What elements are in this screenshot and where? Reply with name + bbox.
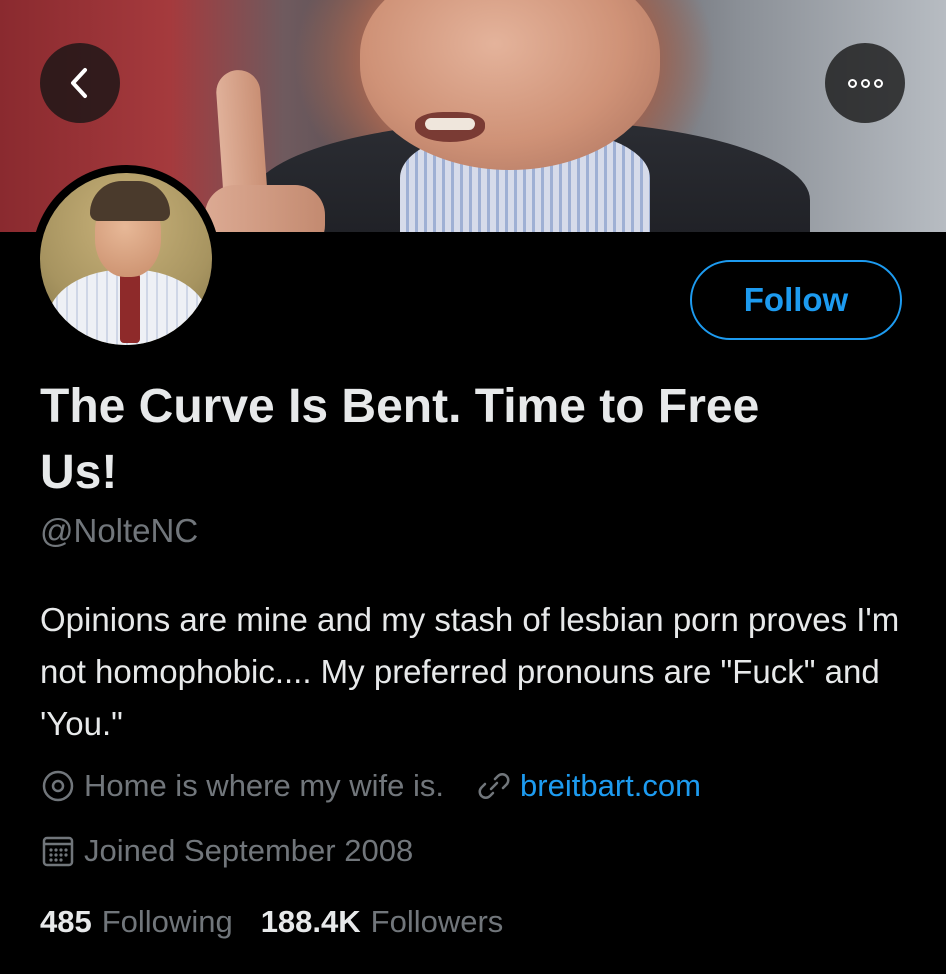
- following-count: 485: [40, 904, 92, 939]
- followers-count: 188.4K: [260, 904, 361, 939]
- follow-button[interactable]: Follow: [690, 260, 902, 340]
- profile-display-name: The Curve Is Bent. Time to Free Us!: [40, 380, 760, 499]
- calendar-icon: [42, 836, 74, 867]
- link-icon: [478, 773, 510, 799]
- website-item[interactable]: breitbart.com: [476, 768, 701, 804]
- followers-stat[interactable]: 188.4K Followers: [261, 904, 504, 940]
- banner-hand: [205, 185, 325, 232]
- follow-stats: 485 Following 188.4K Followers: [40, 904, 503, 940]
- profile-handle: @NolteNC: [40, 512, 199, 549]
- following-label: Following: [101, 904, 233, 939]
- profile-bio: Opinions are mine and my stash of lesbia…: [40, 601, 900, 742]
- avatar[interactable]: [32, 165, 220, 353]
- location-text: Home is where my wife is.: [84, 768, 445, 803]
- website-link[interactable]: breitbart.com: [520, 768, 701, 804]
- profile-joined-row: Joined September 2008: [40, 833, 413, 869]
- more-options-button[interactable]: [825, 43, 905, 123]
- profile-page: Follow The Curve Is Bent. Time to Free U…: [0, 0, 946, 974]
- joined-date-text: Joined September 2008: [84, 833, 414, 868]
- profile-meta-row: Home is where my wife is. breitbart.com: [40, 768, 701, 804]
- following-stat[interactable]: 485 Following: [40, 904, 233, 940]
- banner-teeth: [425, 118, 475, 130]
- location-pin-icon: [42, 770, 74, 802]
- back-button[interactable]: [40, 43, 120, 123]
- followers-label: Followers: [370, 904, 504, 939]
- more-horizontal-icon: [847, 78, 883, 88]
- chevron-left-icon: [71, 68, 87, 98]
- joined-item: Joined September 2008: [40, 833, 413, 869]
- location-item: Home is where my wife is.: [40, 768, 444, 804]
- avatar-photo: [40, 173, 212, 345]
